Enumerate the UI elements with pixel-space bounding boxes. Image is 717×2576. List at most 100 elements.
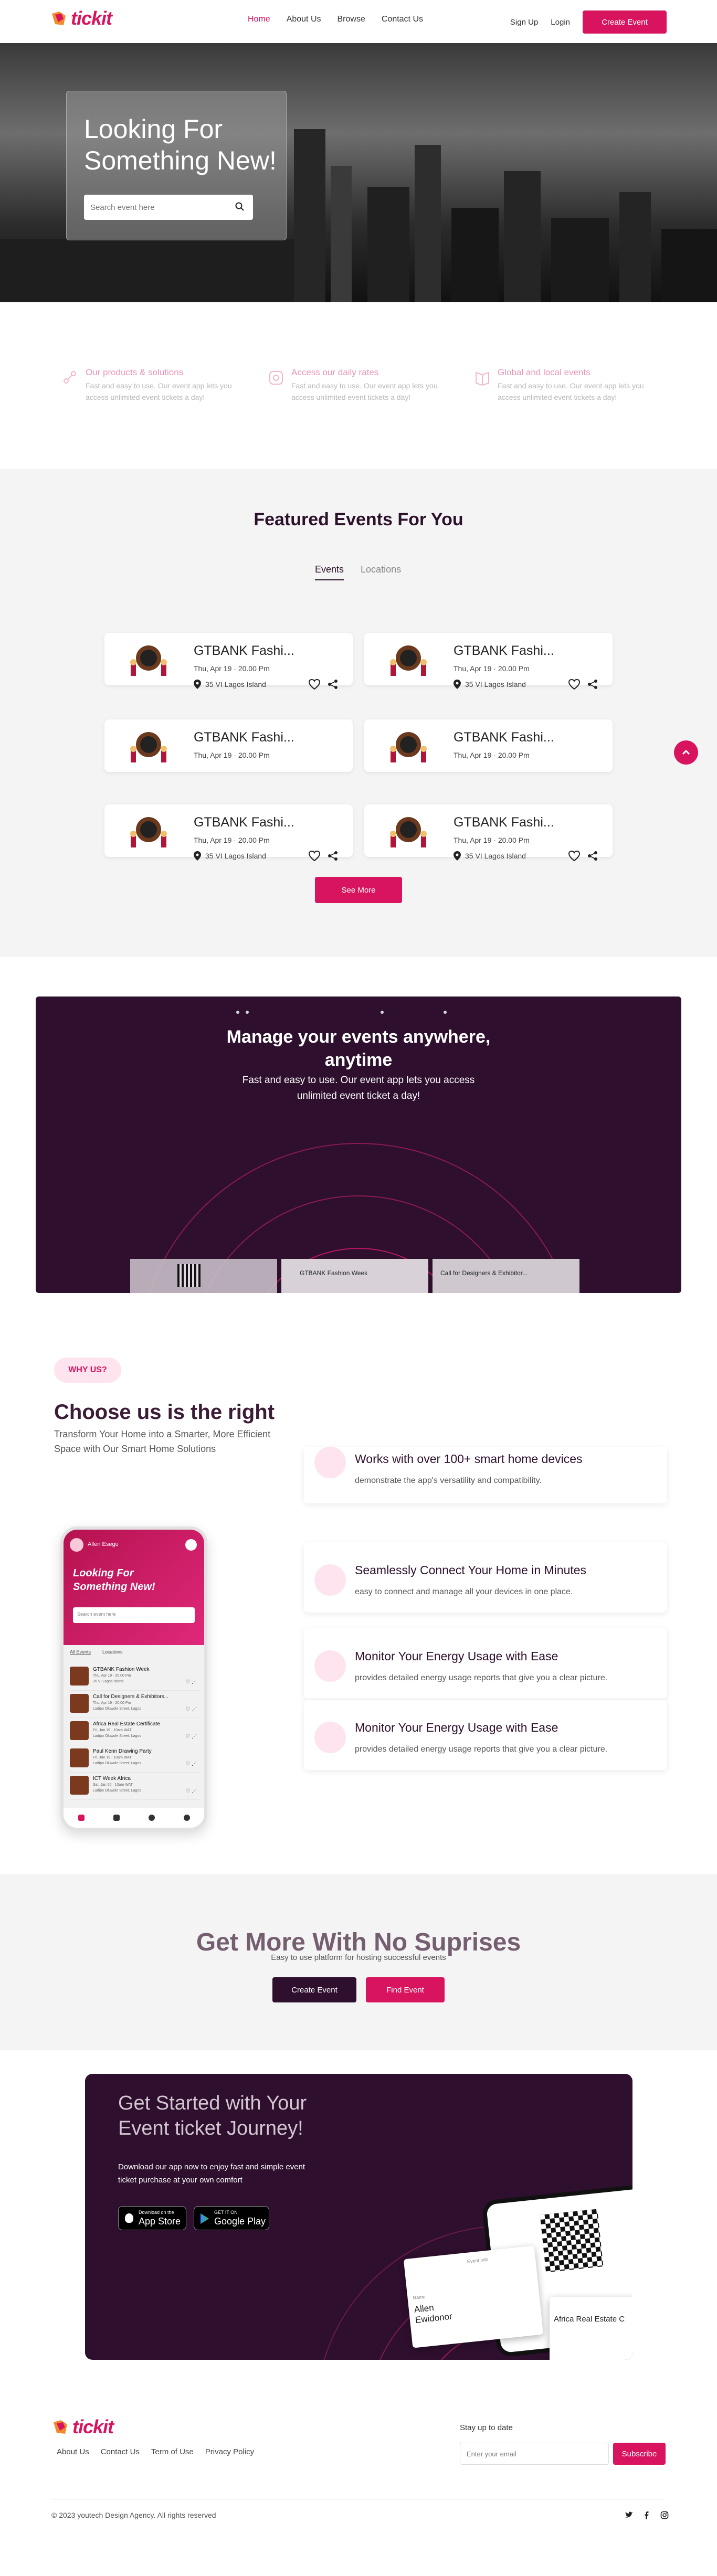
phone-item-loc: Ladipo Oluwole Street, Lagos: [93, 1762, 141, 1765]
event-card[interactable]: GTBANK Fashi... Thu, Apr 19 · 20.00 Pm 35 …: [364, 804, 613, 861]
event-card[interactable]: GTBANK Fashi... Thu, Apr 19 · 20.00 Pm 35 …: [104, 633, 353, 690]
preview-card: GTBANK Fashion Week: [281, 1259, 428, 1293]
nav-about-link[interactable]: About Us: [287, 15, 321, 24]
login-link[interactable]: Login: [551, 18, 570, 27]
heart-icon[interactable]: [568, 851, 580, 861]
share-icon[interactable]: [587, 851, 598, 861]
tab-events[interactable]: Events: [315, 564, 344, 580]
feature-title: Access our daily rates: [291, 367, 379, 377]
google-play-button[interactable]: GET IT ON Google Play: [194, 2206, 269, 2230]
footer-logo[interactable]: tickit: [51, 2416, 114, 2438]
event-location: 35 VI Lagos Island: [454, 851, 526, 861]
event-actions: [568, 851, 598, 861]
heart-icon[interactable]: [309, 679, 320, 690]
phone-item-thumb: [70, 1721, 89, 1740]
why-section: WHY US? Choose us is the right Transform…: [0, 1338, 717, 1874]
feature-desc: Fast and easy to use. Our event app lets…: [86, 381, 232, 401]
footer-terms-link[interactable]: Term of Use: [151, 2447, 194, 2456]
cta-subtitle: Easy to use platform for hosting success…: [271, 1953, 446, 1962]
ticket-event: Africa Real Estate C: [554, 2315, 625, 2324]
feature-badge-icon: [314, 1650, 346, 1682]
newsletter-email-input[interactable]: [460, 2443, 609, 2465]
phone-item-actions: ♡ ⋰: [185, 1734, 197, 1740]
rates-icon: [268, 369, 284, 386]
phone-item-actions: ♡ ⋰: [185, 1706, 197, 1712]
event-date: Thu, Apr 19 · 20.00 Pm: [194, 836, 270, 844]
play-icon: [199, 2213, 210, 2227]
apple-icon: [125, 2213, 133, 2223]
cta-find-button[interactable]: Find Event: [366, 1977, 445, 2002]
hero-title: Looking For Something New!: [84, 114, 277, 175]
nav-contact-link[interactable]: Contact Us: [382, 15, 423, 24]
preview-card: Call for Designers & Exhibitor...: [433, 1259, 579, 1293]
share-icon[interactable]: [328, 679, 338, 690]
cta-title: Get More With No Suprises: [196, 1928, 521, 1956]
event-thumbnail: [115, 640, 182, 678]
event-location: 35 VI Lagos Island: [454, 680, 526, 689]
event-thumbnail: [115, 812, 182, 850]
footer-links: About Us Contact Us Term of Use Privacy …: [57, 2447, 254, 2456]
phone-list-item: GTBANK Fashion Week Thu, Apr 19 · 20.00 P…: [69, 1663, 200, 1691]
event-title: GTBANK Fashi...: [194, 730, 294, 745]
event-card[interactable]: GTBANK Fashi... Thu, Apr 19 · 20.00 Pm: [104, 719, 353, 772]
event-date: Thu, Apr 19 · 20.00 Pm: [194, 664, 270, 673]
why-title: Choose us is the right: [54, 1401, 275, 1424]
event-card[interactable]: GTBANK Fashi... Thu, Apr 19 · 20.00 Pm 35 …: [364, 633, 613, 690]
event-thumbnail: [375, 727, 442, 765]
why-feature-desc: provides detailed energy usage reports t…: [355, 1673, 608, 1682]
twitter-icon[interactable]: [625, 2511, 633, 2519]
event-thumbnail: [375, 812, 442, 850]
profile-icon: [183, 1815, 190, 1821]
create-event-button[interactable]: Create Event: [583, 10, 667, 34]
nav-browse-link[interactable]: Browse: [338, 15, 365, 24]
tab-locations[interactable]: Locations: [361, 564, 401, 580]
ticket-label-2: Event Info: [467, 2256, 489, 2264]
phone-tab-all: All Events: [70, 1649, 91, 1655]
footer-about-link[interactable]: About Us: [57, 2447, 89, 2456]
cta-create-button[interactable]: Create Event: [272, 1977, 356, 2002]
event-card[interactable]: GTBANK Fashi... Thu, Apr 19 · 20.00 Pm: [364, 719, 613, 772]
location-pin-icon: [194, 680, 201, 689]
why-feature-desc: demonstrate the app's versatility and co…: [355, 1476, 542, 1485]
app-store-button[interactable]: Download on the App Store: [118, 2206, 186, 2230]
see-more-button[interactable]: See More: [315, 877, 402, 903]
signup-link[interactable]: Sign Up: [510, 18, 538, 27]
facebook-icon[interactable]: [642, 2511, 651, 2519]
hero-search-input[interactable]: [84, 195, 253, 220]
heart-icon[interactable]: [568, 679, 580, 690]
why-feature-card: Works with over 100+ smart home devices …: [304, 1447, 667, 1503]
scroll-up-button[interactable]: [674, 740, 698, 765]
why-badge: WHY US?: [54, 1358, 121, 1383]
phone-item-thumb: [70, 1748, 89, 1767]
feature-badge-icon: [314, 1447, 346, 1478]
event-location-text: 35 VI Lagos Island: [465, 852, 526, 860]
feature-badge-icon: [314, 1722, 346, 1753]
instagram-icon[interactable]: [660, 2511, 669, 2519]
nav-home-link[interactable]: Home: [248, 15, 270, 24]
footer-logo-text: tickit: [72, 2416, 114, 2437]
heart-icon[interactable]: [309, 851, 320, 861]
logo[interactable]: tickit: [50, 7, 112, 29]
ticket-label: Name: [413, 2294, 426, 2301]
share-icon[interactable]: [328, 851, 338, 861]
feature-desc: Fast and easy to use. Our event app lets…: [498, 381, 644, 401]
subscribe-button[interactable]: Subscribe: [613, 2443, 666, 2465]
event-location: 35 VI Lagos Island: [194, 680, 266, 689]
location-pin-icon: [454, 680, 461, 689]
navbar: tickit Home About Us Browse Contact Us S…: [0, 0, 717, 43]
journey-panel: Get Started with Your Event ticket Journ…: [85, 2074, 632, 2360]
footer-privacy-link[interactable]: Privacy Policy: [205, 2447, 254, 2456]
why-feature-title: Works with over 100+ smart home devices: [355, 1452, 583, 1466]
event-card[interactable]: GTBANK Fashi... Thu, Apr 19 · 20.00 Pm 35 …: [104, 804, 353, 861]
phone-item-thumb: [70, 1667, 89, 1685]
phone-item-thumb: [70, 1776, 89, 1795]
heart-icon: [148, 1815, 155, 1821]
share-icon[interactable]: [587, 679, 598, 690]
phone-item-actions: ♡ ⋰: [185, 1679, 197, 1685]
footer-contact-link[interactable]: Contact Us: [101, 2447, 140, 2456]
phone-item-date: Sat, Jan 20 · 10am WAT: [93, 1783, 133, 1787]
hero-card: Looking For Something New!: [66, 91, 287, 240]
event-location-text: 35 VI Lagos Island: [465, 680, 526, 688]
phone-item-date: Fri, Jan 19 · 10am WAT: [93, 1756, 132, 1759]
search-icon[interactable]: [235, 202, 245, 212]
